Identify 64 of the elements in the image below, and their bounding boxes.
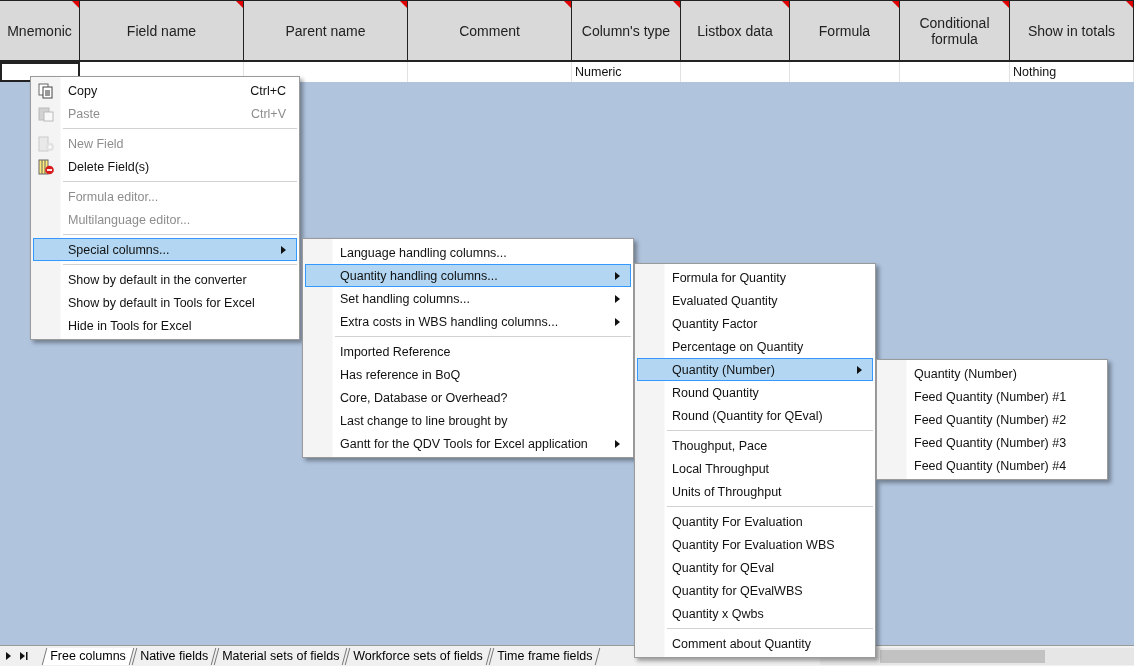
menu-item[interactable]: Set handling columns... <box>305 287 631 310</box>
menu-item[interactable]: Feed Quantity (Number) #4 <box>879 454 1105 477</box>
menu-item[interactable]: Quantity For Evaluation <box>637 510 873 533</box>
submenu-arrow-icon <box>281 245 286 254</box>
sheet-tab[interactable]: Material sets of fields <box>213 647 348 665</box>
table-cell[interactable]: Numeric <box>572 62 681 82</box>
menu-item[interactable]: Quantity (Number) <box>879 362 1105 385</box>
menu-item[interactable]: Imported Reference <box>305 340 631 363</box>
menu-item[interactable]: Copy Ctrl+C <box>33 79 297 102</box>
comment-marker-icon <box>1126 1 1133 8</box>
column-header[interactable]: Listbox data <box>681 0 790 62</box>
menu-item[interactable]: Quantity for QEvalWBS <box>637 579 873 602</box>
submenu-arrow-icon <box>615 317 620 326</box>
menu-item[interactable]: Round (Quantity for QEval) <box>637 404 873 427</box>
table-cell[interactable]: Nothing <box>1010 62 1134 82</box>
menu-item[interactable]: Quantity for QEval <box>637 556 873 579</box>
menu-item[interactable]: Extra costs in WBS handling columns... <box>305 310 631 333</box>
menu-item[interactable]: Percentage on Quantity <box>637 335 873 358</box>
menu-item[interactable]: Feed Quantity (Number) #1 <box>879 385 1105 408</box>
menu-item[interactable]: Quantity Factor <box>637 312 873 335</box>
menu-item[interactable]: Quantity For Evaluation WBS <box>637 533 873 556</box>
menu-item[interactable]: Quantity x Qwbs <box>637 602 873 625</box>
menu-item[interactable]: Has reference in BoQ <box>305 363 631 386</box>
column-header[interactable]: Comment <box>408 0 572 62</box>
submenu-arrow-icon <box>857 365 862 374</box>
column-header[interactable]: Formula <box>790 0 900 62</box>
sheet-tab[interactable]: Time frame fields <box>488 647 601 665</box>
column-header[interactable]: Conditional formula <box>900 0 1010 62</box>
menu-item[interactable]: Units of Throughput <box>637 480 873 503</box>
column-header[interactable]: Field name <box>80 0 244 62</box>
menu-item[interactable]: Show by default in the converter <box>33 268 297 291</box>
menu-item[interactable]: Formula for Quantity <box>637 266 873 289</box>
menu-item[interactable]: Gantt for the QDV Tools for Excel application <box>305 432 631 455</box>
copy-icon <box>38 83 54 99</box>
menu-item[interactable]: Quantity (Number) <box>637 358 873 381</box>
column-header[interactable]: Column's type <box>572 0 681 62</box>
menu-item[interactable]: Delete Field(s) <box>33 155 297 178</box>
menu-item[interactable]: Core, Database or Overhead? <box>305 386 631 409</box>
menu-item[interactable]: Local Throughput <box>637 457 873 480</box>
menu-item[interactable]: Show by default in Tools for Excel <box>33 291 297 314</box>
submenu-arrow-icon <box>615 439 620 448</box>
delete-column-icon <box>38 159 54 175</box>
menu-item[interactable]: Quantity handling columns... <box>305 264 631 287</box>
column-header[interactable]: Show in totals <box>1010 0 1134 62</box>
scrollbar-thumb[interactable] <box>880 650 1045 663</box>
submenu-arrow-icon <box>615 271 620 280</box>
menu-item[interactable]: Language handling columns... <box>305 241 631 264</box>
sheet-tab[interactable]: Workforce sets of fields <box>344 647 492 665</box>
menu-item[interactable]: Evaluated Quantity <box>637 289 873 312</box>
menu-item[interactable]: Feed Quantity (Number) #3 <box>879 431 1105 454</box>
sheet-tab[interactable]: Native fields <box>131 647 217 665</box>
column-header[interactable]: Parent name <box>244 0 408 62</box>
column-header[interactable]: Mnemonic <box>0 0 80 62</box>
sheet-tab[interactable]: Free columns <box>41 647 134 665</box>
menu-item[interactable]: Last change to line brought by <box>305 409 631 432</box>
menu-item[interactable]: Round Quantity <box>637 381 873 404</box>
submenu-arrow-icon <box>615 294 620 303</box>
menu-item[interactable]: Special columns... <box>33 238 297 261</box>
menu-item[interactable]: Comment about Quantity <box>637 632 873 655</box>
menu-item[interactable]: Feed Quantity (Number) #2 <box>879 408 1105 431</box>
paste-icon <box>38 106 54 122</box>
menu-item[interactable]: Hide in Tools for Excel <box>33 314 297 337</box>
add-column-icon <box>38 136 54 152</box>
menu-item[interactable]: Thoughput, Pace <box>637 434 873 457</box>
